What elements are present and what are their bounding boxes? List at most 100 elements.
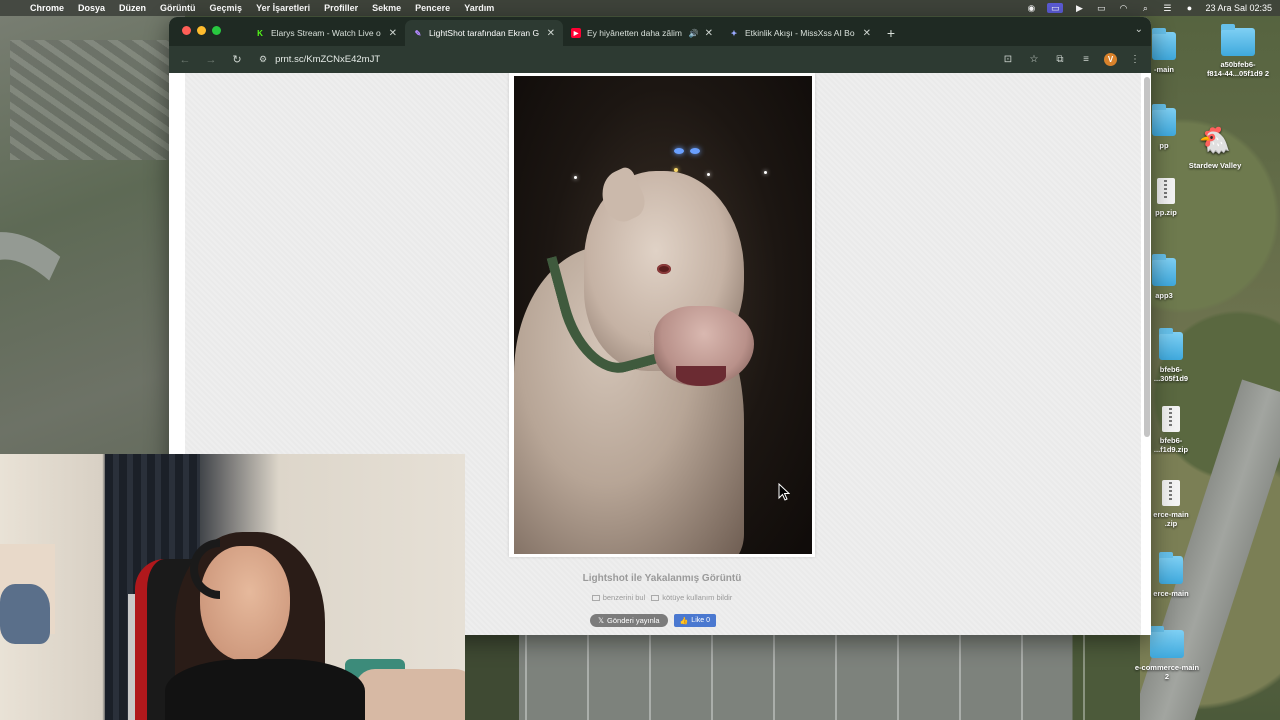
- lightshot-feather-icon: ✎: [414, 28, 422, 38]
- page-caption: Lightshot ile Yakalanmış Görüntü: [582, 573, 742, 584]
- desktop-icon-label: erce-main: [1153, 589, 1189, 598]
- desktop-icon-label: pp: [1159, 141, 1169, 150]
- audio-playing-icon[interactable]: 🔊: [689, 29, 699, 38]
- reload-icon[interactable]: ↻: [229, 53, 245, 66]
- menu-tab[interactable]: Sekme: [372, 3, 401, 13]
- desktop-icon-pp-zip[interactable]: pp.zip: [1150, 178, 1182, 218]
- site-info-icon[interactable]: ⚙: [259, 54, 267, 65]
- reading-list-icon[interactable]: ≡: [1078, 54, 1094, 65]
- menu-bookmarks[interactable]: Yer İşaretleri: [256, 3, 310, 13]
- play-icon[interactable]: ▶: [1073, 3, 1085, 13]
- screenshot-image[interactable]: [514, 76, 812, 554]
- close-tab-icon[interactable]: ✕: [863, 28, 871, 39]
- desktop-icon-bfeb6-zip[interactable]: bfeb6- ...f1d9.zip: [1150, 406, 1192, 454]
- control-center-icon[interactable]: ☰: [1161, 3, 1173, 13]
- desktop-icon-label: e-commerce-main 2: [1134, 663, 1200, 681]
- close-window-button[interactable]: [182, 26, 191, 35]
- battery-icon[interactable]: ▭: [1095, 3, 1107, 13]
- macos-menu-bar: Chrome Dosya Düzen Görüntü Geçmiş Yer İş…: [0, 0, 1280, 16]
- kick-icon: K: [257, 28, 263, 38]
- tab-missxss[interactable]: ✦ Etkinlik Akışı - MissXss AI Bo ✕: [721, 20, 879, 46]
- menu-edit[interactable]: Düzen: [119, 3, 146, 13]
- menu-app-name[interactable]: Chrome: [30, 3, 64, 13]
- like-label: Like 0: [691, 617, 710, 624]
- find-similar-link[interactable]: benzerini bul: [591, 593, 646, 602]
- bookmark-star-icon[interactable]: ☆: [1026, 54, 1042, 65]
- obs-icon[interactable]: ◉: [1025, 3, 1037, 13]
- menu-view[interactable]: Görüntü: [160, 3, 196, 13]
- desktop-icon-main-folder[interactable]: -main: [1150, 28, 1178, 75]
- dog-eye: [657, 264, 671, 274]
- menu-window[interactable]: Pencere: [415, 3, 450, 13]
- post-to-x-label: Gönderi yayınla: [607, 616, 660, 625]
- post-to-x-button[interactable]: 𝕏 Gönderi yayınla: [590, 614, 668, 627]
- folder-icon: [1159, 328, 1183, 360]
- desktop-icon-label: app3: [1155, 291, 1173, 300]
- facebook-like-button[interactable]: 👍 Like 0: [673, 614, 716, 627]
- tab-title: Elarys Stream - Watch Live o: [271, 28, 381, 38]
- new-tab-button[interactable]: +: [879, 20, 903, 46]
- x-logo-icon: 𝕏: [598, 616, 605, 625]
- menu-profiles[interactable]: Profiller: [324, 3, 358, 13]
- fullscreen-window-button[interactable]: [212, 26, 221, 35]
- desktop-icon-app3-folder[interactable]: app3: [1150, 254, 1178, 301]
- report-abuse-link[interactable]: kötüye kullanım bildir: [651, 593, 732, 602]
- close-tab-icon[interactable]: ✕: [389, 28, 397, 39]
- thumbs-up-icon: 👍: [679, 617, 689, 625]
- desktop-icon-bfeb6-folder[interactable]: bfeb6- ...305f1d9: [1150, 328, 1192, 383]
- tab-lightshot[interactable]: ✎ LightShot tarafından Ekran G ✕: [405, 20, 563, 46]
- tab-title: LightShot tarafından Ekran G: [429, 28, 540, 38]
- folder-icon: [1221, 24, 1255, 56]
- image-actions: benzerini bul kötüye kullanım bildir: [509, 593, 815, 602]
- youtube-icon: ▶: [571, 28, 581, 38]
- desktop-icon-commerce-zip[interactable]: erce-main .zip: [1150, 480, 1192, 528]
- page-scrollbar[interactable]: [1144, 77, 1150, 437]
- minimize-window-button[interactable]: [197, 26, 206, 35]
- menu-file[interactable]: Dosya: [78, 3, 105, 13]
- url-text[interactable]: prnt.sc/KmZCNxE42mJT: [275, 54, 380, 65]
- webcam-overlay: [0, 454, 465, 720]
- siri-icon[interactable]: ●: [1183, 3, 1195, 13]
- tab-youtube[interactable]: ▶ Ey hiyânetten daha zâlim 🔊 ✕: [563, 20, 721, 46]
- desktop-icon-pp-folder[interactable]: pp: [1150, 104, 1178, 151]
- profile-avatar[interactable]: V: [1104, 53, 1117, 66]
- chrome-menu-icon[interactable]: ⋮: [1127, 54, 1143, 65]
- folder-icon: [1150, 626, 1184, 658]
- install-app-icon[interactable]: ⊡: [1000, 54, 1016, 65]
- window-controls: [182, 26, 221, 35]
- image-icon: [591, 594, 600, 601]
- menubar-clock[interactable]: 23 Ara Sal 02:35: [1205, 3, 1272, 13]
- spotlight-search-icon[interactable]: ⌕: [1139, 3, 1151, 13]
- back-arrow-icon[interactable]: ←: [177, 54, 193, 66]
- tab-search-chevron-icon[interactable]: ⌄: [1135, 24, 1143, 35]
- folder-icon: [1152, 28, 1176, 60]
- zip-file-icon: [1162, 480, 1180, 506]
- white-light: [707, 173, 710, 176]
- close-tab-icon[interactable]: ✕: [547, 28, 555, 39]
- desktop-icon-a50bfeb6-folder[interactable]: a50bfeb6- f814-44...05f1d9 2: [1196, 24, 1280, 78]
- menu-history[interactable]: Geçmiş: [210, 3, 243, 13]
- report-abuse-label: kötüye kullanım bildir: [662, 593, 733, 602]
- folder-icon: [1152, 254, 1176, 286]
- screenshot-frame: [509, 73, 815, 557]
- address-bar[interactable]: ⚙ prnt.sc/KmZCNxE42mJT: [255, 49, 990, 70]
- screen-record-icon[interactable]: ▭: [1047, 3, 1064, 13]
- menu-help[interactable]: Yardım: [464, 3, 494, 13]
- desktop-icon-commerce-folder[interactable]: erce-main: [1150, 552, 1192, 599]
- white-light: [764, 171, 767, 174]
- dog-mouth: [676, 366, 726, 386]
- desktop-icon-label: -main: [1153, 65, 1174, 74]
- tab-title: Ey hiyânetten daha zâlim: [587, 28, 682, 38]
- tab-kick[interactable]: K Elarys Stream - Watch Live o ✕: [247, 20, 405, 46]
- desktop-icon-e-commerce-main-2[interactable]: e-commerce-main 2: [1112, 626, 1222, 681]
- wifi-icon[interactable]: ◠: [1117, 3, 1129, 13]
- zip-file-icon: [1162, 406, 1180, 432]
- extensions-puzzle-icon[interactable]: ⧉: [1052, 54, 1068, 65]
- folder-icon: [1152, 104, 1176, 136]
- find-similar-label: benzerini bul: [602, 593, 646, 602]
- close-tab-icon[interactable]: ✕: [705, 28, 713, 39]
- desktop-icon-stardew-valley[interactable]: 🐔 Stardew Valley: [1180, 124, 1250, 171]
- forward-arrow-icon[interactable]: →: [203, 54, 219, 66]
- desktop-icon-label: bfeb6- ...f1d9.zip: [1153, 436, 1189, 454]
- folder-icon: [1159, 552, 1183, 584]
